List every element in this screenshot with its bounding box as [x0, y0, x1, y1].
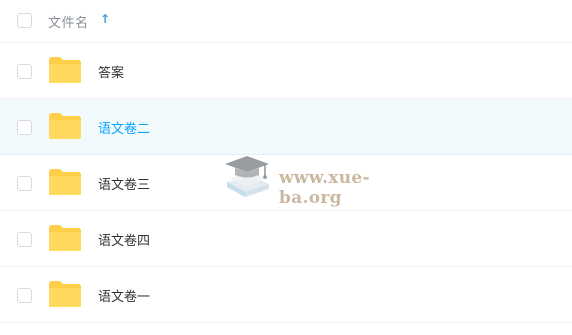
graduation-cap-book-icon [225, 156, 269, 197]
watermark: www.xue-ba.org [221, 152, 421, 208]
row-checkbox[interactable] [17, 232, 32, 247]
file-list-header: 文件名 ↑ [0, 0, 572, 43]
row-checkbox[interactable] [17, 288, 32, 303]
folder-icon [49, 281, 81, 307]
file-row[interactable]: 语文卷一 [0, 267, 572, 323]
folder-icon [49, 57, 81, 83]
file-name[interactable]: 答案 [98, 62, 124, 81]
folder-icon [49, 225, 81, 251]
file-name[interactable]: 语文卷二 [98, 118, 150, 137]
select-all-checkbox[interactable] [17, 13, 32, 28]
watermark-text: www.xue-ba.org [279, 168, 370, 208]
folder-icon [49, 113, 81, 139]
sort-up-arrow-icon[interactable]: ↑ [100, 12, 110, 26]
folder-icon [49, 169, 81, 195]
row-checkbox[interactable] [17, 120, 32, 135]
column-header-filename[interactable]: 文件名 [48, 12, 89, 31]
row-checkbox[interactable] [17, 64, 32, 79]
file-row[interactable]: 语文卷二 [0, 99, 572, 155]
file-row[interactable]: 语文卷四 [0, 211, 572, 267]
row-checkbox[interactable] [17, 176, 32, 191]
file-name[interactable]: 语文卷三 [98, 174, 150, 193]
file-row[interactable]: 答案 [0, 43, 572, 99]
file-name[interactable]: 语文卷四 [98, 230, 150, 249]
file-name[interactable]: 语文卷一 [98, 286, 150, 305]
